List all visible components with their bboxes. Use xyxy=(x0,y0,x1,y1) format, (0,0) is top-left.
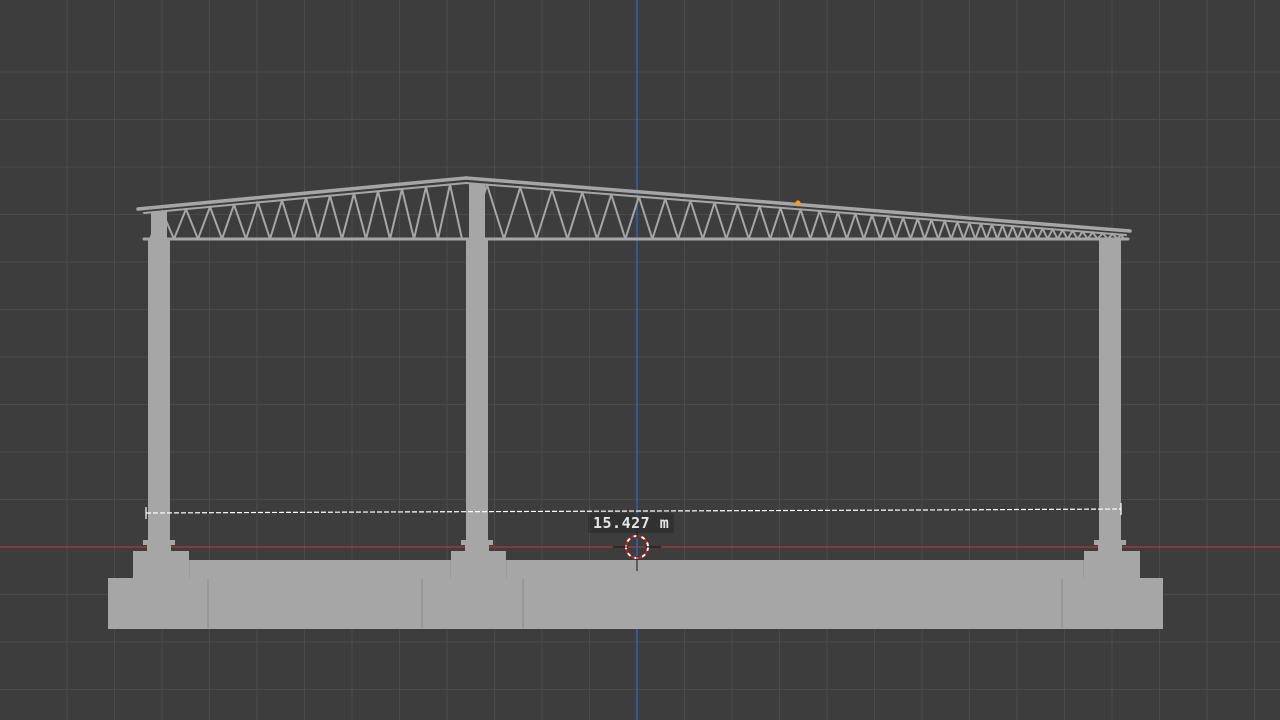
truss-web xyxy=(1021,225,1029,240)
building-model[interactable] xyxy=(108,176,1163,629)
truss-web xyxy=(886,215,897,240)
truss-web xyxy=(389,187,403,240)
truss-web xyxy=(610,193,627,240)
truss-web xyxy=(909,217,919,240)
selected-vertex[interactable] xyxy=(795,200,801,206)
truss-web xyxy=(1006,225,1014,240)
truss-web xyxy=(449,183,463,240)
truss-web xyxy=(818,209,830,240)
truss-web xyxy=(862,213,874,240)
truss-web xyxy=(209,205,223,240)
truss-web xyxy=(996,224,1004,240)
truss-top-chord-right-inner xyxy=(465,182,1127,236)
truss-web xyxy=(845,212,857,240)
truss-web xyxy=(799,208,812,240)
truss-web xyxy=(596,193,613,240)
truss-web xyxy=(1001,224,1009,240)
plinth-beam[interactable] xyxy=(133,560,1139,579)
truss-web xyxy=(1026,226,1034,240)
truss-web xyxy=(713,201,728,240)
column-left[interactable] xyxy=(143,212,175,552)
truss-web xyxy=(943,219,953,240)
truss-web xyxy=(736,203,750,240)
truss-web xyxy=(413,185,427,240)
truss-web xyxy=(401,187,415,240)
truss-web xyxy=(281,199,295,240)
truss-web xyxy=(854,212,865,240)
truss-web xyxy=(233,203,247,240)
truss-web xyxy=(257,201,271,240)
column-footing-right[interactable] xyxy=(1084,551,1140,578)
truss-web xyxy=(486,183,505,240)
truss-web xyxy=(1031,226,1039,240)
truss-web xyxy=(221,203,235,240)
truss-web xyxy=(871,213,882,240)
truss-web xyxy=(990,223,999,240)
truss-web xyxy=(519,186,538,240)
truss-web xyxy=(353,192,367,240)
measurement-label: 15.427 m xyxy=(588,513,675,533)
truss-web xyxy=(950,220,959,240)
truss-web xyxy=(789,208,802,240)
truss-web xyxy=(979,222,988,240)
truss-web xyxy=(747,205,761,240)
truss-web xyxy=(701,201,716,240)
truss-web xyxy=(827,211,839,240)
truss-web xyxy=(879,215,889,240)
truss-web xyxy=(962,221,971,240)
truss-web xyxy=(985,223,993,240)
truss-web xyxy=(425,185,439,240)
viewport-scene[interactable] xyxy=(0,0,1280,720)
truss-web xyxy=(779,206,792,240)
truss-web xyxy=(689,199,704,240)
truss-web xyxy=(930,218,940,240)
truss-top-chord-left xyxy=(136,176,468,211)
truss-web xyxy=(974,222,982,240)
truss-web xyxy=(173,208,187,240)
truss-web xyxy=(377,190,391,240)
truss-web xyxy=(269,199,283,240)
truss-web xyxy=(956,220,965,240)
truss-web xyxy=(503,186,522,240)
foundation-slab[interactable] xyxy=(108,578,1163,629)
truss-web xyxy=(651,197,667,240)
truss-web xyxy=(566,191,584,240)
truss-web xyxy=(937,219,946,240)
truss-web xyxy=(305,196,319,240)
truss-web xyxy=(902,216,912,240)
truss-web xyxy=(329,194,343,240)
truss-web xyxy=(1016,225,1024,240)
3d-viewport[interactable]: 15.427 m xyxy=(0,0,1280,720)
truss-web xyxy=(365,190,379,240)
truss-web xyxy=(437,183,451,240)
roof-truss[interactable] xyxy=(136,176,1132,241)
truss-web xyxy=(197,205,211,240)
truss-web xyxy=(758,205,772,240)
truss-web xyxy=(968,221,977,240)
truss-web xyxy=(637,195,654,240)
column-footing-middle[interactable] xyxy=(451,551,506,578)
truss-web xyxy=(1036,227,1044,240)
truss-web xyxy=(894,216,905,240)
truss-web xyxy=(809,209,821,240)
truss-web xyxy=(836,211,848,240)
truss-web xyxy=(916,217,926,240)
truss-web xyxy=(664,197,680,240)
truss-web xyxy=(245,201,259,240)
column-footing-left[interactable] xyxy=(133,551,189,578)
truss-web xyxy=(769,206,782,240)
truss-web xyxy=(1041,227,1049,240)
truss-web xyxy=(185,208,199,240)
truss-web xyxy=(923,218,933,240)
truss-web xyxy=(317,194,331,240)
